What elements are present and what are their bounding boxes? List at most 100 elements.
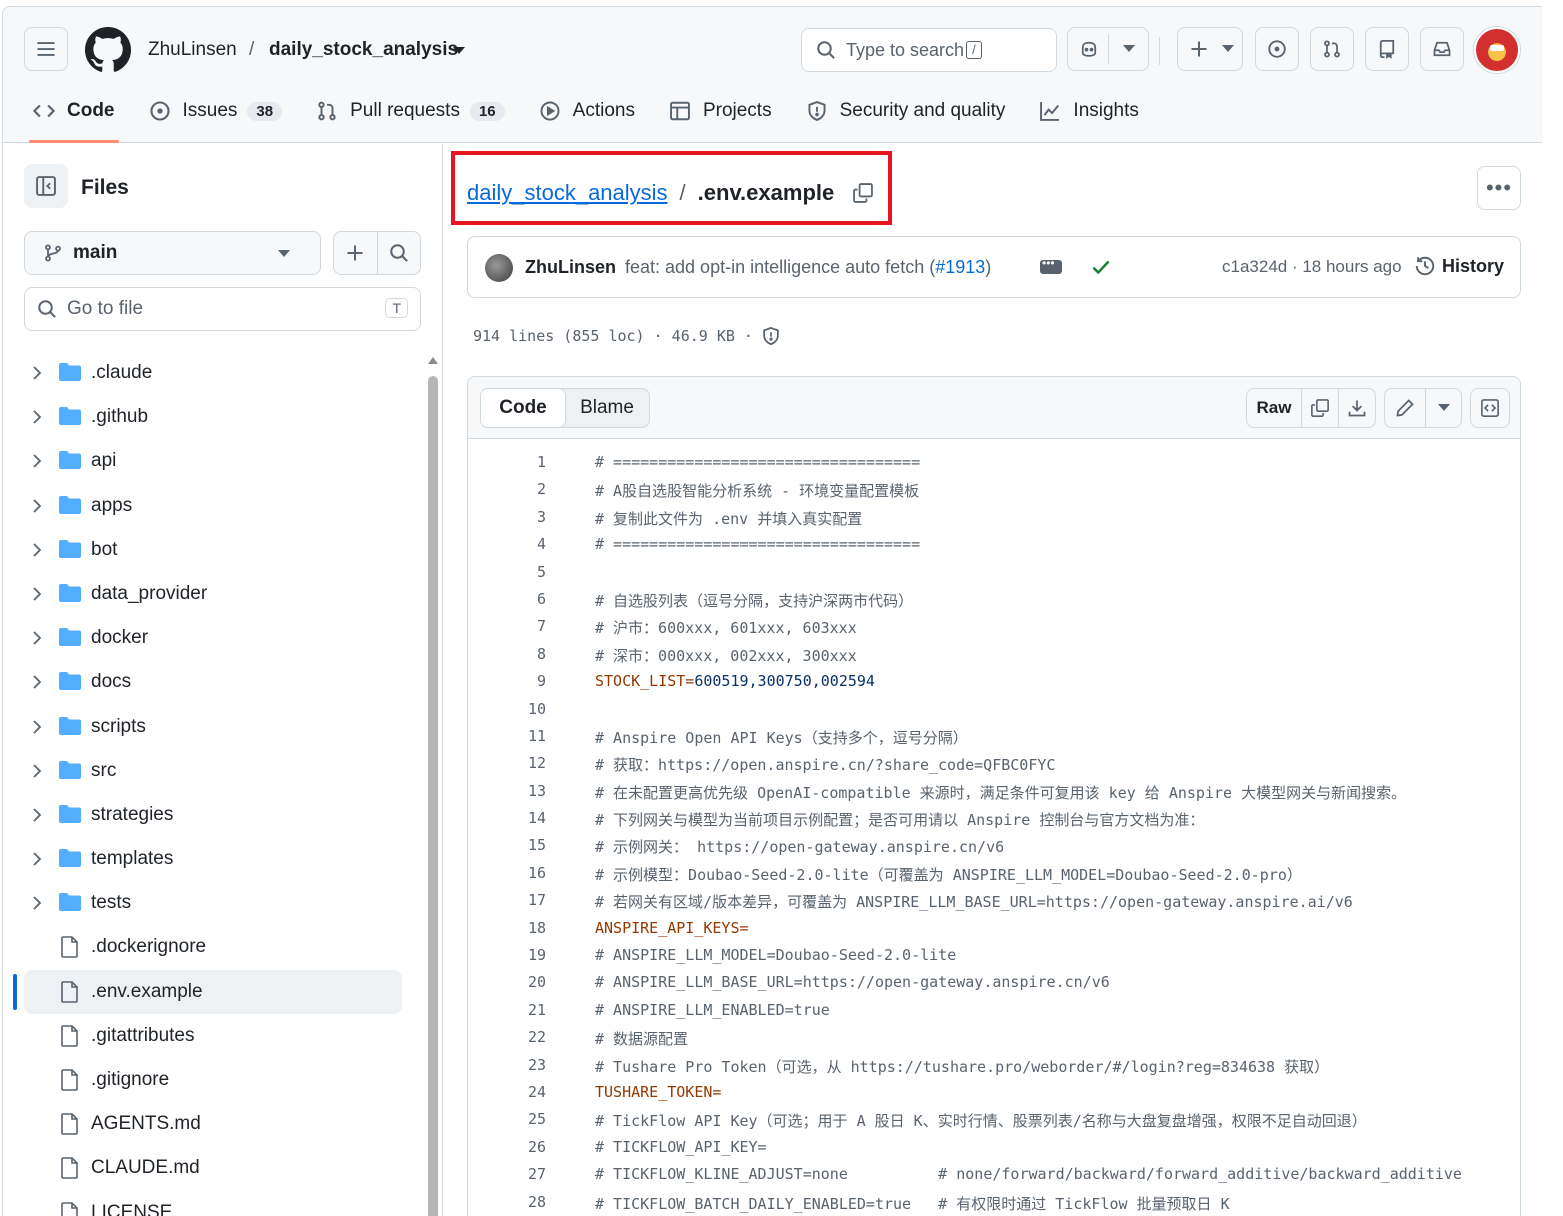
github-logo-icon[interactable]: [85, 27, 131, 73]
repo-owner-link[interactable]: ZhuLinsen: [148, 39, 237, 61]
blame-view-tab[interactable]: Blame: [565, 389, 649, 427]
code-view-tab[interactable]: Code: [480, 388, 566, 428]
tree-folder[interactable]: api: [13, 439, 413, 483]
chevron-right-icon[interactable]: [31, 674, 43, 690]
line-number[interactable]: 17: [468, 891, 546, 909]
history-button[interactable]: History: [1414, 255, 1504, 277]
tree-folder[interactable]: bot: [13, 528, 413, 572]
commit-author[interactable]: ZhuLinsen: [525, 257, 616, 278]
tree-folder[interactable]: .github: [13, 395, 413, 439]
search-files-button[interactable]: [378, 232, 421, 274]
line-number[interactable]: 20: [468, 973, 546, 991]
create-new-button[interactable]: [1177, 27, 1243, 71]
copy-raw-button[interactable]: [1301, 389, 1338, 427]
line-number[interactable]: 6: [468, 590, 546, 608]
chevron-down-icon[interactable]: [1123, 45, 1135, 53]
tree-folder[interactable]: apps: [13, 484, 413, 528]
chevron-right-icon[interactable]: [31, 630, 43, 646]
line-number[interactable]: 1: [468, 453, 546, 471]
line-number[interactable]: 18: [468, 919, 546, 937]
commit-pr-link[interactable]: #1913: [935, 257, 985, 277]
line-number[interactable]: 28: [468, 1193, 546, 1211]
tree-file[interactable]: .gitattributes: [13, 1014, 413, 1058]
edit-file-button[interactable]: [1385, 389, 1425, 427]
scroll-up-arrow[interactable]: [428, 357, 438, 364]
check-icon[interactable]: [1090, 256, 1112, 278]
chevron-right-icon[interactable]: [31, 453, 43, 469]
more-options-button[interactable]: •••: [1477, 166, 1521, 210]
tree-folder[interactable]: src: [13, 749, 413, 793]
tab-security[interactable]: Security and quality: [794, 89, 1018, 133]
copy-icon[interactable]: [852, 182, 874, 204]
repositories-button[interactable]: [1365, 27, 1409, 71]
line-number[interactable]: 4: [468, 535, 546, 553]
line-number[interactable]: 22: [468, 1028, 546, 1046]
line-number[interactable]: 8: [468, 645, 546, 663]
tree-file[interactable]: LICENSE: [13, 1191, 413, 1216]
line-number[interactable]: 9: [468, 672, 546, 690]
chevron-right-icon[interactable]: [31, 409, 43, 425]
chevron-right-icon[interactable]: [31, 498, 43, 514]
menu-button[interactable]: [24, 27, 68, 71]
go-to-file-input[interactable]: Go to file T: [24, 287, 421, 331]
line-number[interactable]: 26: [468, 1138, 546, 1156]
chevron-down-icon[interactable]: [453, 47, 465, 55]
line-number[interactable]: 2: [468, 480, 546, 498]
user-avatar[interactable]: [1474, 27, 1520, 73]
tree-folder[interactable]: docker: [13, 616, 413, 660]
line-number[interactable]: 11: [468, 727, 546, 745]
tree-file[interactable]: CLAUDE.md: [13, 1146, 413, 1190]
line-number[interactable]: 16: [468, 864, 546, 882]
tree-file[interactable]: .env.example: [13, 969, 402, 1014]
commit-author-avatar[interactable]: [485, 254, 513, 282]
tree-folder[interactable]: strategies: [13, 793, 413, 837]
add-file-button[interactable]: [334, 232, 378, 274]
commit-message[interactable]: feat: add opt-in intelligence auto fetch…: [625, 257, 991, 278]
issues-button[interactable]: [1255, 27, 1299, 71]
tree-folder[interactable]: .claude: [13, 351, 413, 395]
download-button[interactable]: [1338, 389, 1375, 427]
line-number[interactable]: 12: [468, 754, 546, 772]
chevron-right-icon[interactable]: [31, 365, 43, 381]
line-number[interactable]: 7: [468, 617, 546, 635]
chevron-right-icon[interactable]: [31, 763, 43, 779]
repo-name-link[interactable]: daily_stock_analysis: [269, 39, 458, 61]
line-number[interactable]: 21: [468, 1001, 546, 1019]
collapse-sidebar-button[interactable]: [24, 164, 68, 208]
chevron-right-icon[interactable]: [31, 586, 43, 602]
line-number[interactable]: 14: [468, 809, 546, 827]
pull-requests-button[interactable]: [1310, 27, 1354, 71]
inbox-button[interactable]: [1420, 27, 1464, 71]
line-number[interactable]: 19: [468, 946, 546, 964]
search-input[interactable]: Type to search /: [801, 28, 1057, 72]
expand-commit-message-button[interactable]: [1040, 256, 1062, 274]
commit-sha-and-time[interactable]: c1a324d · 18 hours ago: [1222, 257, 1402, 277]
line-number[interactable]: 27: [468, 1165, 546, 1183]
chevron-right-icon[interactable]: [31, 719, 43, 735]
line-number[interactable]: 10: [468, 700, 546, 718]
chevron-right-icon[interactable]: [31, 851, 43, 867]
line-number[interactable]: 5: [468, 563, 546, 581]
line-number[interactable]: 3: [468, 508, 546, 526]
tree-folder[interactable]: data_provider: [13, 572, 413, 616]
tab-projects[interactable]: Projects: [657, 89, 784, 133]
shield-icon[interactable]: [761, 326, 781, 346]
tab-actions[interactable]: Actions: [527, 89, 647, 133]
tree-folder[interactable]: scripts: [13, 705, 413, 749]
tree-folder[interactable]: tests: [13, 881, 413, 925]
chevron-right-icon[interactable]: [31, 895, 43, 911]
tab-code[interactable]: Code: [21, 89, 127, 143]
tree-file[interactable]: .dockerignore: [13, 925, 413, 969]
tab-pull-requests[interactable]: Pull requests 16: [304, 89, 517, 133]
line-number[interactable]: 15: [468, 836, 546, 854]
raw-button[interactable]: Raw: [1247, 389, 1301, 427]
chevron-right-icon[interactable]: [31, 807, 43, 823]
scrollbar-thumb[interactable]: [428, 376, 438, 1216]
line-number[interactable]: 25: [468, 1110, 546, 1128]
symbols-button[interactable]: [1470, 388, 1510, 428]
chevron-right-icon[interactable]: [31, 542, 43, 558]
tree-file[interactable]: .gitignore: [13, 1058, 413, 1102]
breadcrumb-repo-link[interactable]: daily_stock_analysis: [467, 180, 668, 206]
symbols-panel-toggle[interactable]: [1471, 389, 1509, 427]
copilot-button[interactable]: [1067, 27, 1149, 71]
